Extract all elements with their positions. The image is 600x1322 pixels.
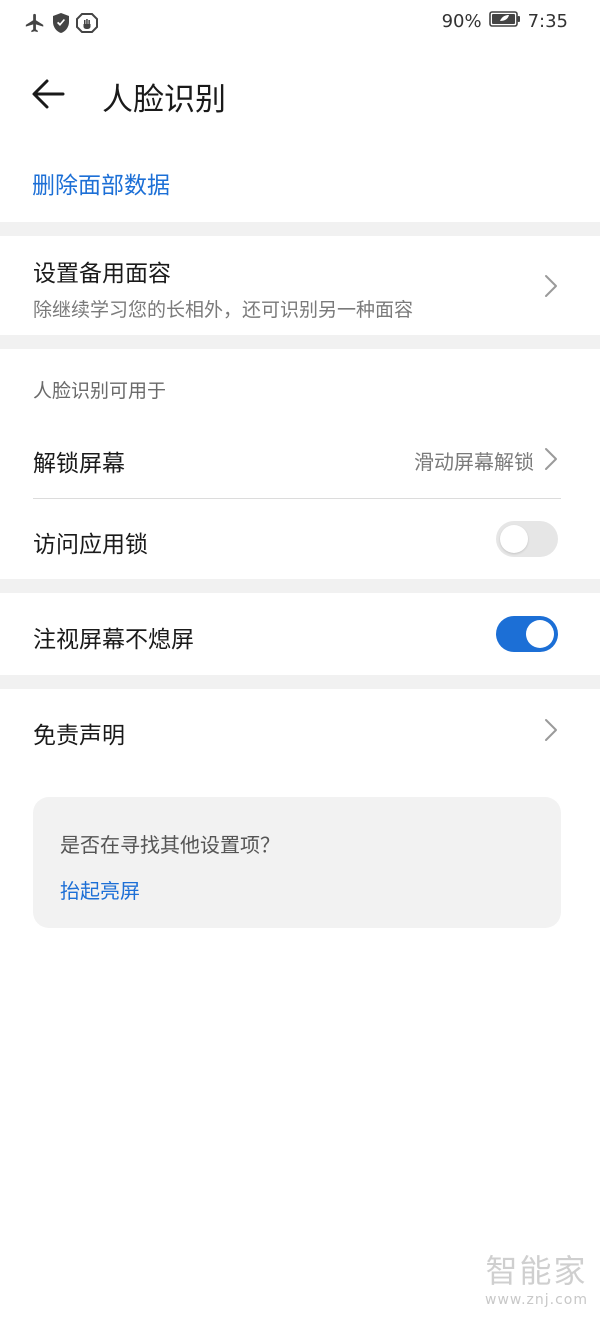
- backup-face-title: 设置备用面容: [33, 261, 171, 287]
- section-divider: [0, 222, 600, 236]
- section-header-usage: 人脸识别可用于: [33, 380, 167, 402]
- backup-face-row[interactable]: 设置备用面容 除继续学习您的长相外，还可识别另一种面容: [0, 236, 600, 335]
- chevron-right-icon: [545, 275, 557, 297]
- gaze-title: 注视屏幕不熄屏: [33, 627, 194, 653]
- app-lock-row[interactable]: 访问应用锁: [0, 499, 600, 579]
- back-arrow-icon: [32, 79, 65, 109]
- unlock-screen-value: 滑动屏幕解锁: [414, 450, 534, 474]
- status-icons-right: 90% 7:35: [442, 10, 568, 33]
- delete-face-data-button[interactable]: 删除面部数据: [32, 166, 170, 200]
- unlock-screen-title: 解锁屏幕: [33, 451, 125, 477]
- section-divider: [0, 579, 600, 593]
- status-icons-left: [24, 12, 104, 38]
- hand-icon: [76, 12, 98, 38]
- suggestion-question: 是否在寻找其他设置项？: [60, 833, 280, 857]
- raise-to-wake-link[interactable]: 抬起亮屏: [60, 875, 140, 904]
- toggle-knob: [526, 620, 554, 648]
- unlock-screen-row[interactable]: 解锁屏幕 滑动屏幕解锁: [0, 420, 600, 498]
- gaze-row[interactable]: 注视屏幕不熄屏: [0, 593, 600, 675]
- status-bar: 90% 7:35: [0, 0, 600, 46]
- airplane-icon: [24, 12, 46, 38]
- backup-face-subtitle: 除继续学习您的长相外，还可识别另一种面容: [33, 299, 414, 321]
- back-button[interactable]: [30, 76, 74, 116]
- chevron-right-icon: [545, 719, 557, 741]
- suggestion-card: 是否在寻找其他设置项？ 抬起亮屏: [33, 797, 561, 928]
- app-lock-title: 访问应用锁: [33, 532, 148, 558]
- app-lock-toggle[interactable]: [496, 521, 558, 557]
- clock: 7:35: [527, 11, 568, 32]
- battery-percent: 90%: [441, 11, 482, 32]
- watermark-logo: 智能家: [485, 1252, 588, 1290]
- toggle-knob: [500, 525, 528, 553]
- watermark: 智能家 www.znj.com: [485, 1246, 588, 1308]
- section-divider: [0, 335, 600, 349]
- section-divider: [0, 675, 600, 689]
- page-title: 人脸识别: [102, 82, 226, 118]
- watermark-url: www.znj.com: [485, 1292, 588, 1308]
- shield-icon: [52, 12, 70, 38]
- battery-icon: [488, 10, 521, 33]
- chevron-right-icon: [545, 448, 557, 470]
- gaze-toggle[interactable]: [496, 616, 558, 652]
- app-bar: 人脸识别: [0, 60, 600, 132]
- disclaimer-row[interactable]: 免责声明: [0, 689, 600, 771]
- disclaimer-title: 免责声明: [33, 723, 125, 749]
